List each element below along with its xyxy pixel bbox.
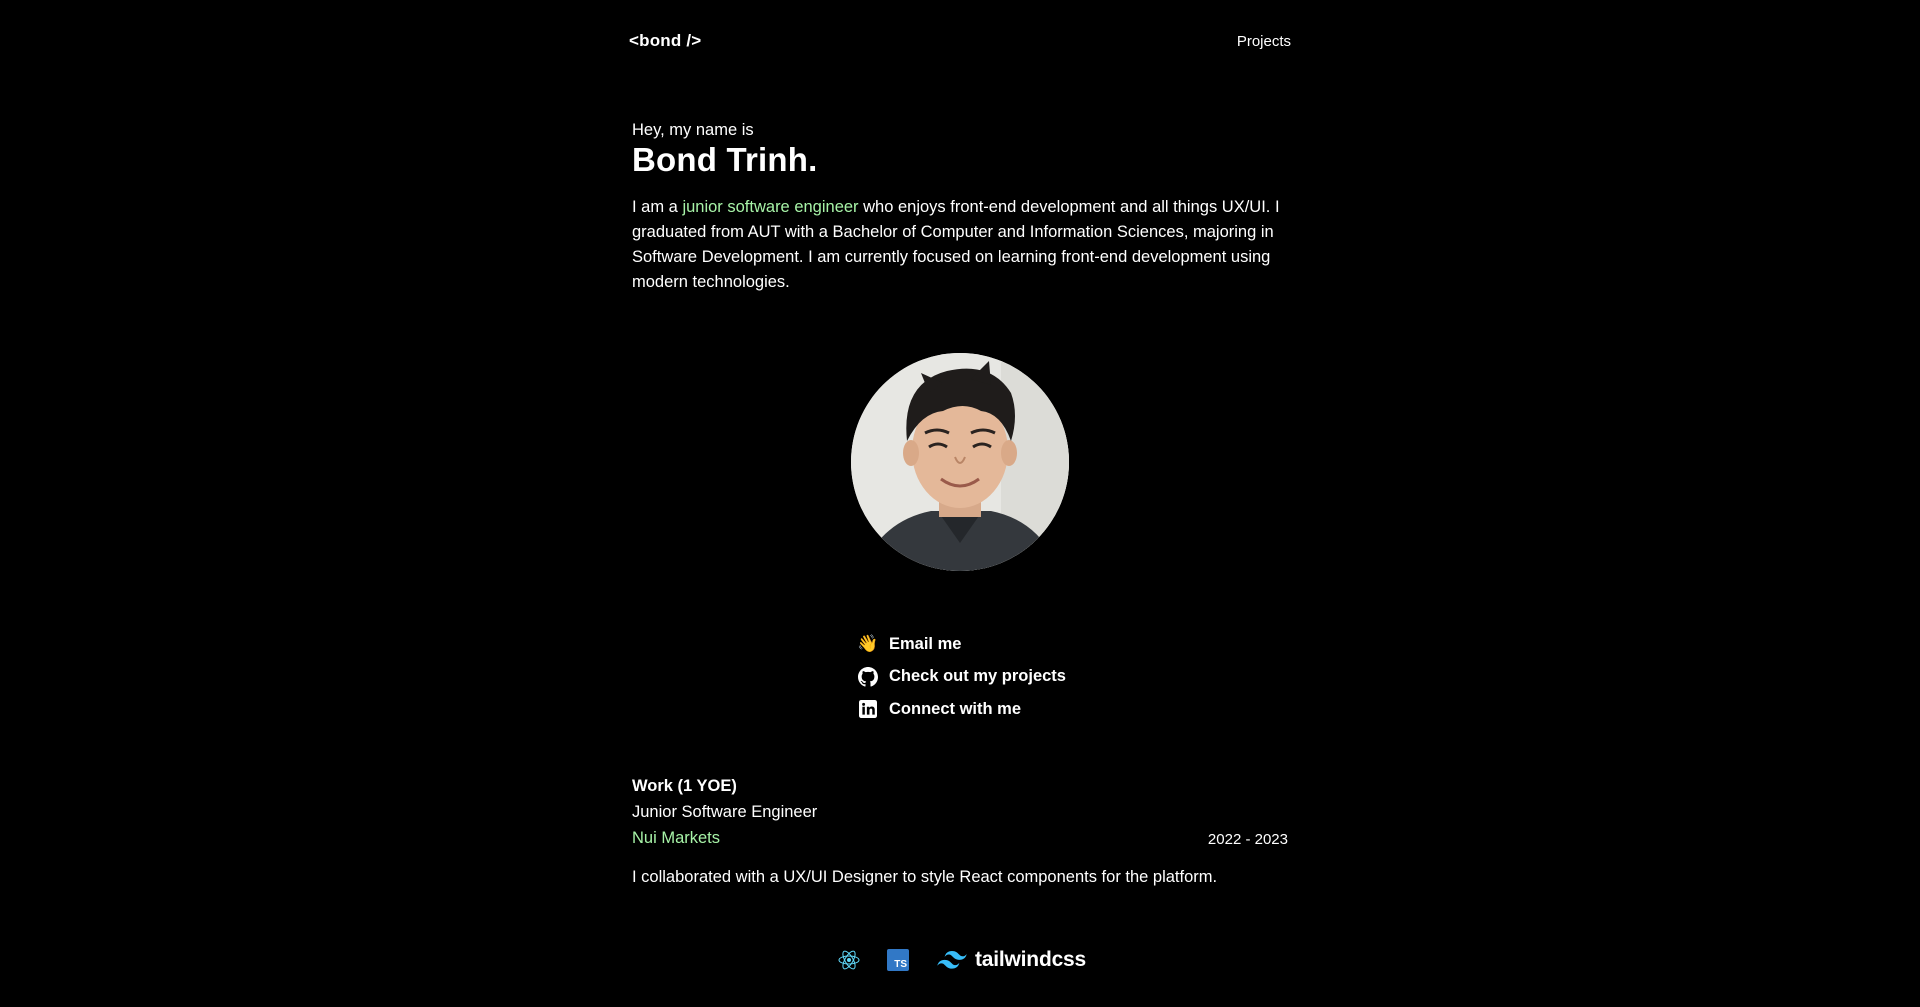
tailwindcss-icon: tailwindcss bbox=[937, 948, 1086, 972]
portfolio-page: <bond /> Projects Hey, my name is Bond T… bbox=[0, 0, 1920, 1007]
profile-photo bbox=[851, 353, 1069, 571]
linkedin-link-label: Connect with me bbox=[889, 699, 1022, 718]
contact-links: 👋 Email me Check out my projects Connect… bbox=[857, 628, 1066, 726]
work-description: I collaborated with a UX/UI Designer to … bbox=[632, 868, 1218, 886]
react-icon bbox=[837, 948, 861, 972]
waving-hand-icon: 👋 bbox=[857, 634, 879, 654]
hero-bio: I am a junior software engineer who enjo… bbox=[632, 195, 1292, 295]
work-company-link[interactable]: Nui Markets bbox=[632, 829, 720, 848]
hero-greeting: Hey, my name is bbox=[632, 121, 754, 139]
tailwindcss-label: tailwindcss bbox=[975, 948, 1087, 971]
linkedin-link[interactable]: Connect with me bbox=[857, 693, 1066, 726]
nav-link-projects[interactable]: Projects bbox=[1237, 33, 1291, 50]
typescript-icon: TS bbox=[887, 949, 909, 971]
email-link-label: Email me bbox=[889, 634, 962, 653]
bio-prefix: I am a bbox=[632, 198, 683, 216]
hero-name: Bond Trinh. bbox=[632, 141, 818, 178]
bio-highlight: junior software engineer bbox=[682, 198, 859, 216]
work-role: Junior Software Engineer bbox=[632, 803, 818, 821]
github-icon bbox=[857, 666, 879, 688]
linkedin-icon bbox=[857, 698, 879, 720]
github-link[interactable]: Check out my projects bbox=[857, 661, 1066, 694]
work-dates: 2022 - 2023 bbox=[1207, 831, 1288, 848]
typescript-badge-label: TS bbox=[894, 959, 907, 970]
site-logo[interactable]: <bond /> bbox=[629, 31, 701, 51]
email-link[interactable]: 👋 Email me bbox=[857, 628, 1066, 661]
work-heading: Work (1 YOE) bbox=[632, 777, 737, 795]
tech-stack: TS tailwindcss bbox=[837, 945, 1086, 975]
github-link-label: Check out my projects bbox=[889, 667, 1066, 686]
